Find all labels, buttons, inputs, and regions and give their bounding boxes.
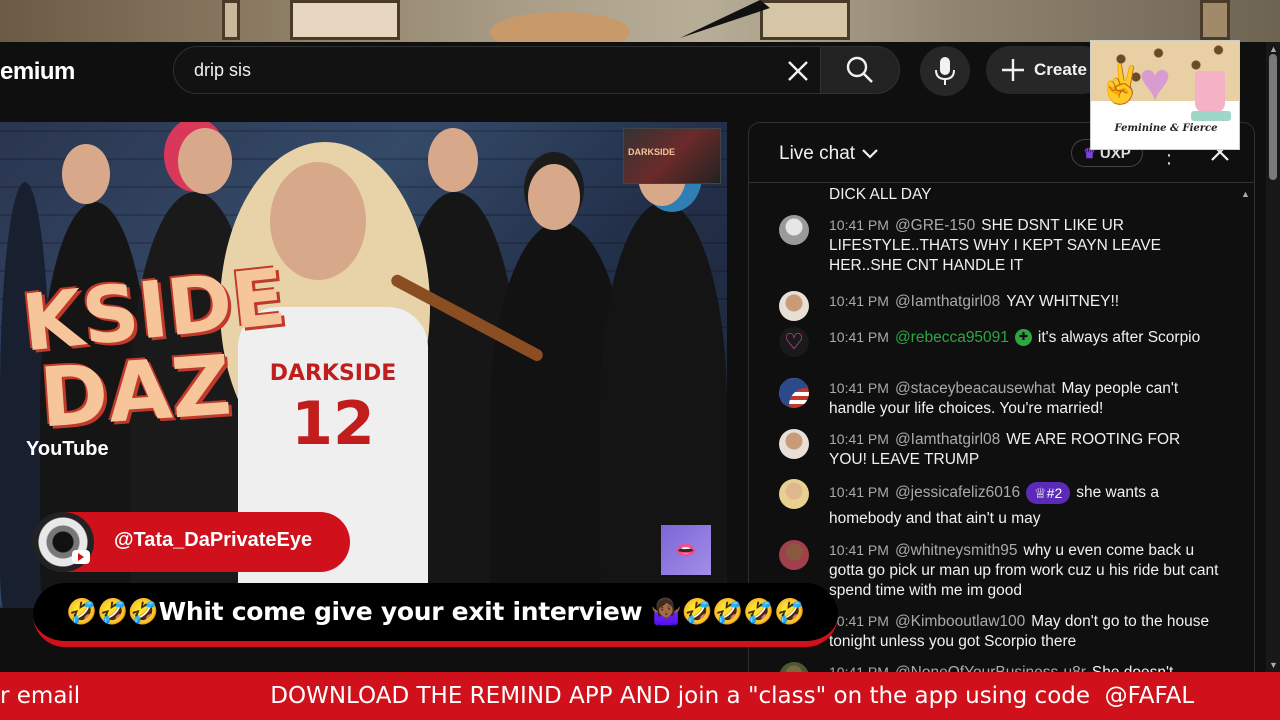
message-author[interactable]: @Iamthatgirl08 xyxy=(895,431,1000,448)
user-avatar[interactable] xyxy=(779,215,809,245)
message-text: it's always after Scorpio xyxy=(1037,329,1201,346)
user-avatar[interactable] xyxy=(779,540,809,570)
pip-thumbnail[interactable]: DARKSIDE xyxy=(623,128,721,184)
logo-text: Feminine & Fierce xyxy=(1114,123,1218,134)
streamer-handle: @Tata_DaPrivateEye xyxy=(114,529,313,551)
message-author[interactable]: @Kimbooutlaw100 xyxy=(895,613,1025,630)
crown-icon: ♕ xyxy=(1034,484,1047,501)
page-scrollbar[interactable]: ▲ ▼ xyxy=(1266,42,1280,672)
ticker-text: r email DOWNLOAD THE REMIND APP AND join… xyxy=(0,683,1195,709)
search-button[interactable] xyxy=(820,46,900,94)
screen: emium Create ▲ ▼ xyxy=(0,0,1280,720)
message-time: 10:41 PM xyxy=(829,431,889,447)
message-time: 10:41 PM xyxy=(829,293,889,309)
cup-icon xyxy=(1195,71,1225,113)
message-author[interactable]: @Iamthatgirl08 xyxy=(895,293,1000,310)
message-text: YAY WHITNEY!! xyxy=(1006,293,1120,310)
saucer-icon xyxy=(1191,111,1231,121)
message-author[interactable]: @whitneysmith95 xyxy=(895,542,1018,559)
title-banner-overlay: 🤣🤣🤣Whit come give your exit interview 🤷🏾… xyxy=(33,583,838,647)
live-chat-mode-dropdown[interactable]: Live chat xyxy=(779,143,879,165)
message-text: DICK ALL DAY xyxy=(829,186,932,203)
channel-logo: ✌ ♥ Feminine & Fierce xyxy=(1090,40,1240,150)
flag-icon[interactable] xyxy=(779,378,809,408)
background-room xyxy=(0,0,1280,52)
heart-icon: ♥ xyxy=(1139,52,1172,112)
user-avatar[interactable] xyxy=(779,429,809,459)
youtube-premium-logo[interactable]: emium xyxy=(0,58,75,86)
scroll-down-arrow-icon[interactable]: ▼ xyxy=(1269,660,1278,670)
search-icon xyxy=(846,56,873,83)
rank-badge-label: #2 xyxy=(1046,484,1063,501)
plus-icon xyxy=(1002,59,1024,81)
pip-thumbnail-text: DARKSIDE xyxy=(628,147,676,157)
rank-badge: ♕#2 xyxy=(1026,481,1071,504)
user-avatar[interactable] xyxy=(779,479,809,509)
message-author[interactable]: @jessicafeliz6016 xyxy=(895,484,1020,501)
news-ticker: r email DOWNLOAD THE REMIND APP AND join… xyxy=(0,672,1280,720)
banner-text: 🤣🤣🤣Whit come give your exit interview 🤷🏾… xyxy=(66,597,805,626)
youtube-window: emium Create ▲ ▼ xyxy=(0,42,1280,682)
message-time: 10:41 PM xyxy=(829,542,889,558)
streamer-handle-overlay: @Tata_DaPrivateEye xyxy=(32,512,350,572)
message-time: 10:41 PM xyxy=(829,484,889,500)
show-title-graffiti: KSIDE DAZ xyxy=(18,252,290,446)
graffiti-line-2: DAZ xyxy=(36,338,235,447)
message-time: 10:41 PM xyxy=(829,329,889,345)
microphone-icon xyxy=(935,57,955,85)
search-input[interactable] xyxy=(194,59,754,81)
message-author[interactable]: @GRE-150 xyxy=(895,217,975,234)
voice-search-button[interactable] xyxy=(920,46,970,96)
create-button[interactable]: Create xyxy=(986,46,1106,94)
peace-sign-icon: ✌ xyxy=(1097,64,1145,106)
live-chat-title: Live chat xyxy=(779,143,856,164)
chevron-down-icon xyxy=(862,149,878,159)
youtube-watermark: YouTube xyxy=(26,438,109,460)
scroll-up-arrow-icon[interactable]: ▲ xyxy=(1269,44,1278,54)
message-time: 10:41 PM xyxy=(829,380,889,396)
lips-sticker-icon: 👄 xyxy=(661,525,711,575)
clear-search-icon[interactable] xyxy=(785,58,811,84)
heart-icon[interactable]: ♡ xyxy=(779,327,809,357)
message-author[interactable]: @staceybeacausewhat xyxy=(895,380,1056,397)
user-avatar[interactable] xyxy=(779,291,809,321)
create-label: Create xyxy=(1034,60,1087,79)
search-bar[interactable] xyxy=(173,46,821,94)
scrollbar-thumb[interactable] xyxy=(1269,54,1277,180)
youtube-icon xyxy=(72,550,90,564)
message-author[interactable]: @rebecca95091 xyxy=(895,329,1009,346)
member-badge-icon: ✚ xyxy=(1014,329,1032,347)
message-time: 10:41 PM xyxy=(829,217,889,233)
